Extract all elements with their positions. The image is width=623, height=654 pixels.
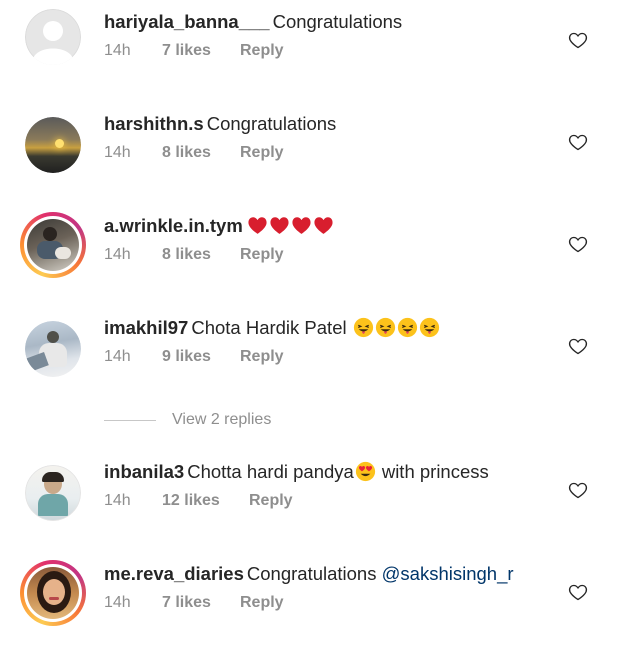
woman-portrait-photo-icon bbox=[27, 567, 79, 619]
comment-meta: 14h 12 likes Reply bbox=[104, 492, 293, 510]
red-heart-icon bbox=[292, 217, 311, 234]
comment-message: Congratulations bbox=[206, 113, 337, 134]
likes-count[interactable]: 9 likes bbox=[162, 348, 240, 366]
comment-message: Congratulations bbox=[246, 563, 377, 584]
timestamp: 14h bbox=[104, 492, 131, 509]
likes-count[interactable]: 8 likes bbox=[162, 246, 240, 264]
timestamp: 14h bbox=[104, 348, 131, 365]
username-link[interactable]: harshithn.s bbox=[104, 113, 204, 134]
likes-count[interactable]: 7 likes bbox=[162, 594, 240, 612]
comment-message: Congratulations bbox=[272, 11, 403, 32]
comment-message bbox=[246, 215, 334, 236]
comment-item: hariyala_banna___ Congratulations 14h 7 li… bbox=[0, 0, 623, 102]
comment-item: me.reva_diaries Congratulations @sakshisi… bbox=[0, 552, 623, 654]
comment-text: a.wrinkle.in.tym bbox=[104, 215, 334, 237]
comment-item: imakhil97 Chota Hardik Patel 14h 9 likes Re… bbox=[0, 306, 623, 408]
reply-button[interactable]: Reply bbox=[249, 492, 293, 510]
like-heart-icon[interactable] bbox=[568, 336, 588, 356]
likes-count[interactable]: 8 likes bbox=[162, 144, 240, 162]
reply-button[interactable]: Reply bbox=[240, 348, 284, 366]
like-heart-icon[interactable] bbox=[568, 132, 588, 152]
view-replies-label: View 2 replies bbox=[172, 411, 272, 428]
comment-text: imakhil97 Chota Hardik Patel bbox=[104, 317, 440, 339]
red-heart-icon bbox=[270, 217, 289, 234]
comment-message-after: with princess bbox=[381, 461, 489, 482]
timestamp: 14h bbox=[104, 42, 131, 59]
avatar-story-ring[interactable] bbox=[20, 560, 86, 626]
likes-count[interactable]: 7 likes bbox=[162, 42, 240, 60]
default-avatar-icon bbox=[25, 9, 81, 65]
likes-count[interactable]: 12 likes bbox=[162, 492, 249, 510]
person-outdoors-photo-icon bbox=[25, 321, 81, 377]
timestamp: 14h bbox=[104, 594, 131, 611]
mention-link[interactable]: @sakshisingh_r bbox=[382, 563, 514, 584]
comment-meta: 14h 7 likes Reply bbox=[104, 594, 284, 612]
comment-item: harshithn.s Congratulations 14h 8 likes Rep… bbox=[0, 102, 623, 204]
comment-meta: 14h 7 likes Reply bbox=[104, 42, 284, 60]
comment-message: Chota Hardik Patel bbox=[191, 317, 347, 338]
red-heart-icon bbox=[248, 217, 267, 234]
avatar[interactable] bbox=[25, 465, 81, 521]
username-link[interactable]: imakhil97 bbox=[104, 317, 188, 338]
reply-button[interactable]: Reply bbox=[240, 594, 284, 612]
comment-text: hariyala_banna___ Congratulations bbox=[104, 11, 402, 33]
avatar[interactable] bbox=[25, 9, 81, 65]
username-link[interactable]: a.wrinkle.in.tym bbox=[104, 215, 243, 236]
reply-button[interactable]: Reply bbox=[240, 246, 284, 264]
like-heart-icon[interactable] bbox=[568, 582, 588, 602]
username-link[interactable]: inbanila3 bbox=[104, 461, 184, 482]
person-with-dog-photo-icon bbox=[27, 219, 79, 271]
tongue-out-emoji-icon bbox=[375, 317, 395, 338]
like-heart-icon[interactable] bbox=[568, 234, 588, 254]
reply-button[interactable]: Reply bbox=[240, 144, 284, 162]
person-photo-icon bbox=[25, 465, 81, 521]
comment-item: inbanila3 Chotta hardi pandya with princes… bbox=[0, 450, 623, 552]
comment-meta: 14h 9 likes Reply bbox=[104, 348, 284, 366]
red-heart-icon bbox=[314, 217, 333, 234]
comment-meta: 14h 8 likes Reply bbox=[104, 144, 284, 162]
username-link[interactable]: me.reva_diaries bbox=[104, 563, 244, 584]
timestamp: 14h bbox=[104, 246, 131, 263]
comment-message: Chotta hardi pandya bbox=[187, 461, 354, 482]
tongue-out-emoji-icon bbox=[353, 317, 373, 338]
heart-eyes-emoji-icon bbox=[355, 461, 375, 482]
view-replies-button[interactable]: View 2 replies bbox=[104, 409, 271, 431]
like-heart-icon[interactable] bbox=[568, 480, 588, 500]
like-heart-icon[interactable] bbox=[568, 30, 588, 50]
sunset-photo-icon bbox=[25, 117, 81, 173]
reply-button[interactable]: Reply bbox=[240, 42, 284, 60]
username-link[interactable]: hariyala_banna___ bbox=[104, 11, 270, 32]
avatar[interactable] bbox=[25, 321, 81, 377]
comment-text: me.reva_diaries Congratulations @sakshisi… bbox=[104, 563, 514, 585]
comment-meta: 14h 8 likes Reply bbox=[104, 246, 284, 264]
replies-divider bbox=[104, 419, 156, 421]
avatar[interactable] bbox=[25, 117, 81, 173]
tongue-out-emoji-icon bbox=[419, 317, 439, 338]
comment-text: harshithn.s Congratulations bbox=[104, 113, 336, 135]
comment-text: inbanila3 Chotta hardi pandya with princes… bbox=[104, 461, 489, 483]
tongue-out-emoji-icon bbox=[397, 317, 417, 338]
avatar-story-ring[interactable] bbox=[20, 212, 86, 278]
comment-item: a.wrinkle.in.tym 14h 8 likes Reply bbox=[0, 204, 623, 306]
timestamp: 14h bbox=[104, 144, 131, 161]
